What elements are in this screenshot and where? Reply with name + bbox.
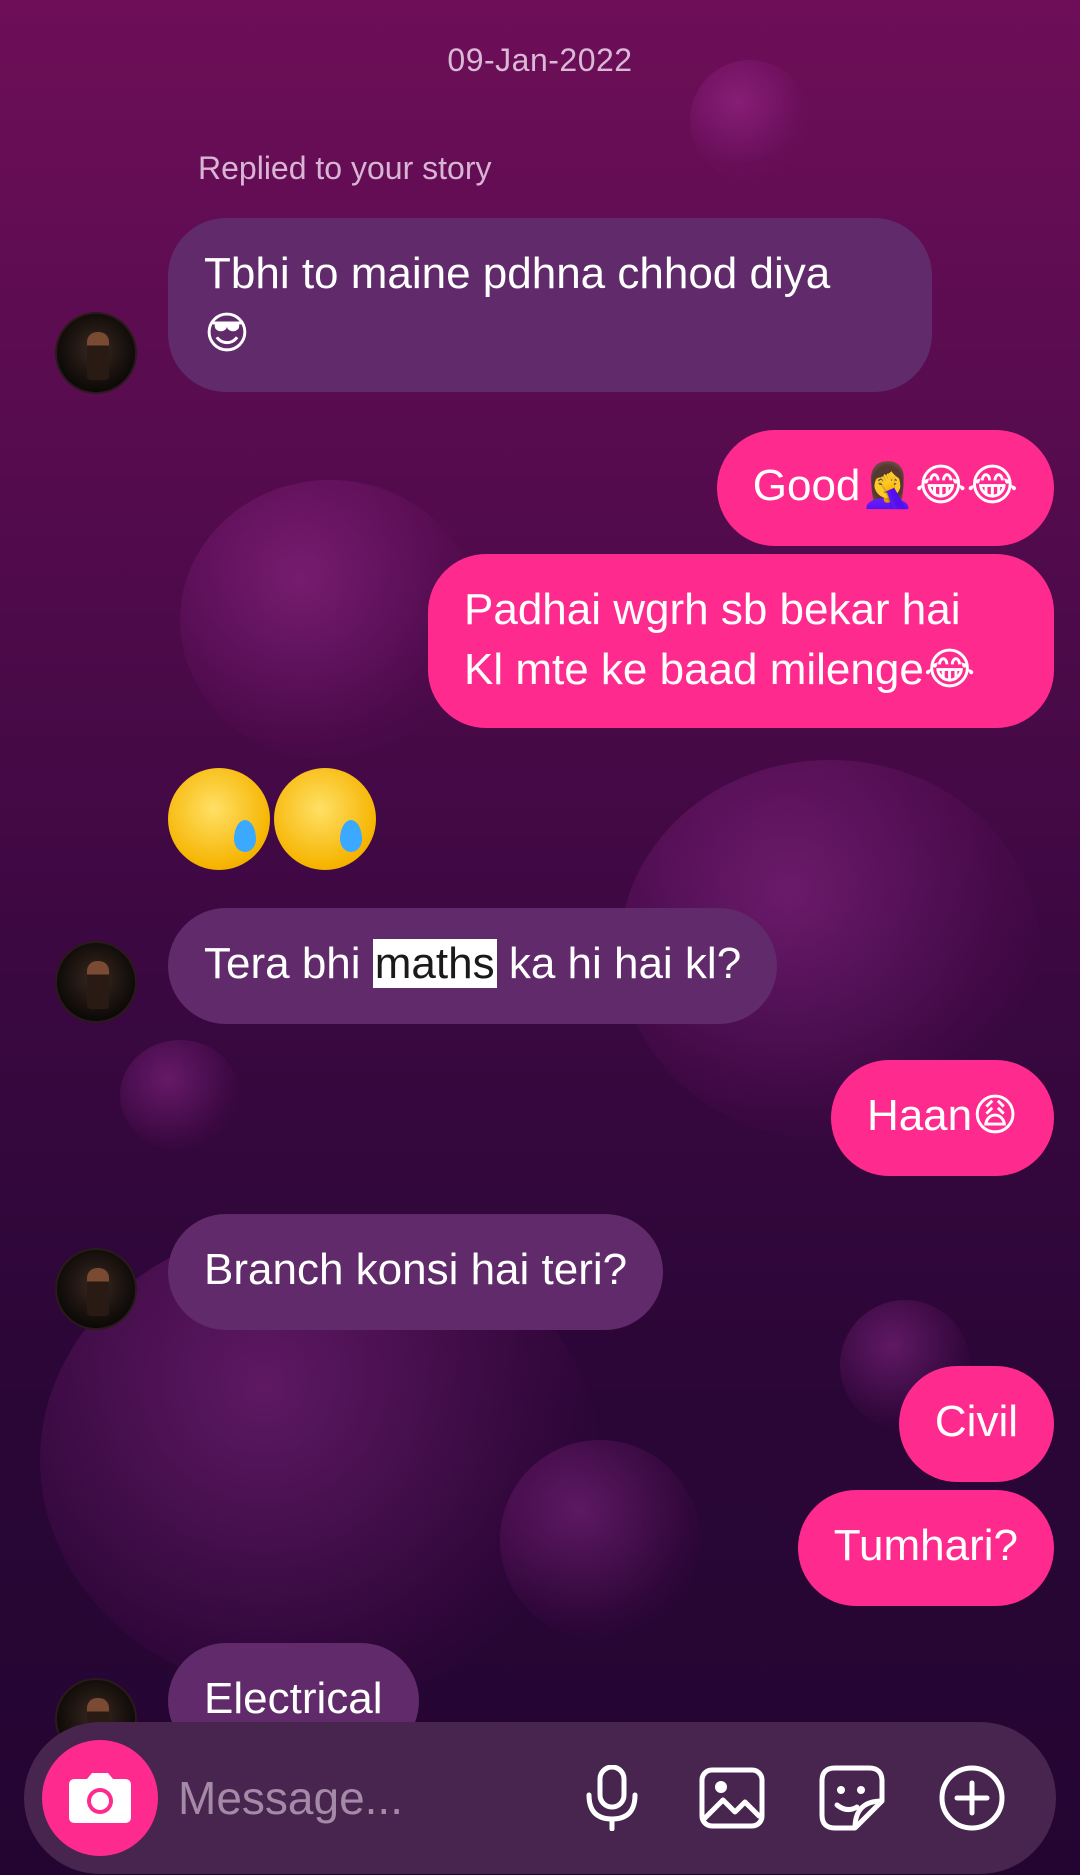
laughing-emoji: 😂	[923, 644, 976, 695]
plus-icon	[939, 1765, 1005, 1831]
message-text: Civil	[934, 1397, 1018, 1446]
camera-icon	[69, 1773, 131, 1823]
message-text: Tera bhi	[204, 939, 373, 988]
message-text-line1: Padhai wgrh sb bekar hai	[464, 585, 961, 634]
background-heart	[500, 1440, 700, 1640]
more-options-button[interactable]	[936, 1762, 1008, 1834]
message-text: Tumhari?	[833, 1521, 1018, 1570]
outgoing-message[interactable]: Civil	[898, 1366, 1054, 1482]
background-heart	[120, 1040, 240, 1150]
message-text: Electrical	[204, 1674, 383, 1723]
incoming-message[interactable]: Tera bhi maths ka hi hai kl?	[168, 908, 778, 1024]
reply-to-story-label: Replied to your story	[198, 150, 492, 186]
message-text: Haan	[866, 1091, 973, 1140]
smiling-tear-emoji	[168, 768, 270, 870]
camera-button[interactable]	[42, 1740, 158, 1856]
message-composer	[24, 1722, 1056, 1874]
avatar[interactable]	[55, 1248, 137, 1330]
sticker-icon	[819, 1765, 885, 1831]
highlighted-word: maths	[372, 939, 497, 988]
sticker-button[interactable]	[816, 1762, 888, 1834]
incoming-message[interactable]: Tbhi to maine pdhna chhod diya 😎	[168, 218, 932, 392]
avatar[interactable]	[55, 941, 137, 1023]
microphone-button[interactable]	[576, 1762, 648, 1834]
outgoing-message[interactable]: Haan😩	[830, 1060, 1054, 1176]
message-input[interactable]	[178, 1762, 538, 1834]
facepalm-laugh-emoji: 🤦‍♀️😂😂	[860, 460, 1018, 511]
avatar[interactable]	[55, 312, 137, 394]
outgoing-message[interactable]: Padhai wgrh sb bekar hai Kl mte ke baad …	[428, 554, 1054, 728]
message-text: Branch konsi hai teri?	[204, 1245, 628, 1294]
outgoing-message[interactable]: Tumhari?	[797, 1490, 1054, 1606]
outgoing-message[interactable]: Good🤦‍♀️😂😂	[716, 430, 1054, 546]
gallery-button[interactable]	[696, 1762, 768, 1834]
conversation-date: 09-Jan-2022	[447, 42, 633, 78]
sunglasses-emoji: 😎	[204, 308, 250, 359]
gallery-icon	[699, 1767, 765, 1829]
smiling-tear-emoji	[274, 768, 376, 870]
microphone-icon	[586, 1765, 638, 1831]
message-text: Tbhi to maine pdhna chhod diya	[204, 249, 831, 298]
weary-face-emoji: 😩	[972, 1090, 1018, 1141]
message-text: Good	[752, 461, 861, 510]
message-text: ka hi hai kl?	[496, 939, 742, 988]
incoming-message[interactable]: Branch konsi hai teri?	[168, 1214, 664, 1330]
message-text-line2: Kl mte ke baad milenge	[464, 645, 924, 694]
smiling-tear-emoji-message[interactable]	[168, 768, 376, 870]
